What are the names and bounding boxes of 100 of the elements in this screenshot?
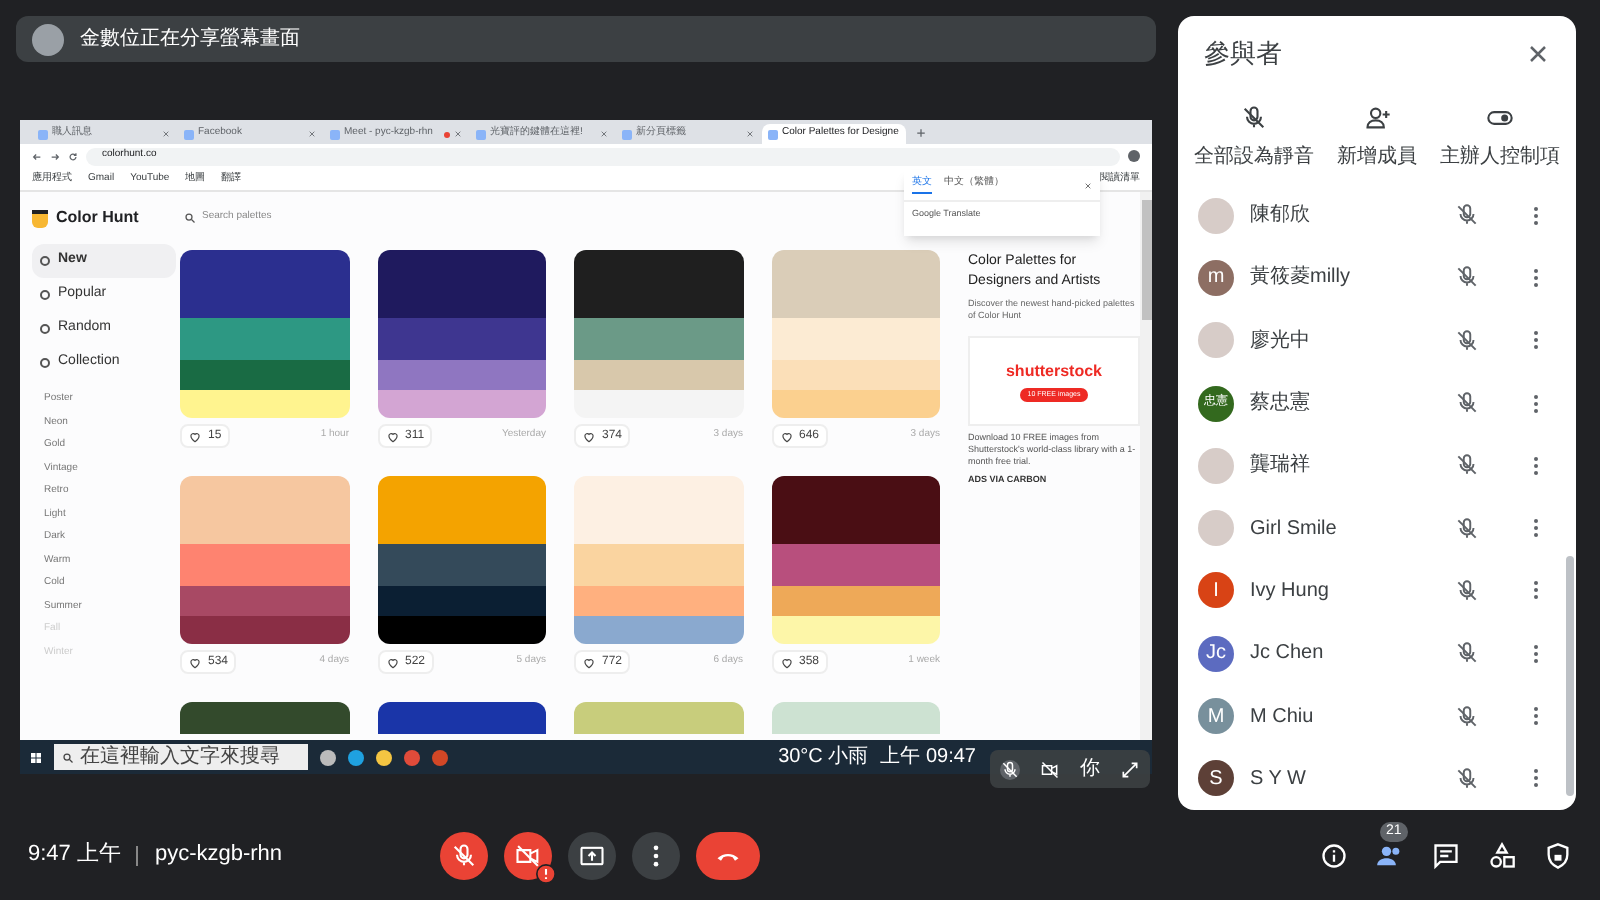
tab-favicon-icon xyxy=(622,129,632,139)
camera-off-icon[interactable] xyxy=(504,831,553,879)
windows-start-icon[interactable] xyxy=(30,751,42,763)
avatar: I xyxy=(1198,572,1234,609)
search-icon xyxy=(62,751,74,763)
mic-off-icon xyxy=(1454,452,1480,479)
nav-icon xyxy=(40,290,50,300)
scrollbar-thumb[interactable] xyxy=(1566,556,1574,796)
new-tab-icon[interactable] xyxy=(916,128,926,138)
heart-icon xyxy=(188,655,202,669)
avatar-placeholder xyxy=(32,23,64,55)
mic-off-icon xyxy=(1454,703,1480,730)
tab-favicon-icon xyxy=(768,129,778,139)
self-label: 你 xyxy=(1080,756,1100,784)
site-logo: Color Hunt xyxy=(56,206,139,230)
participant-name: Ivy Hung xyxy=(1250,577,1331,606)
participant-name: 蔡忠憲 xyxy=(1250,389,1312,419)
hang-up-icon[interactable] xyxy=(696,831,761,879)
close-icon[interactable] xyxy=(162,130,170,138)
avatar-placeholder xyxy=(1198,322,1234,359)
color-palette[interactable] xyxy=(771,476,940,644)
avatar: M xyxy=(1198,698,1234,735)
camera-off-icon xyxy=(1040,759,1060,779)
avatar: m xyxy=(1198,259,1234,296)
nav-icon xyxy=(40,256,50,266)
heart-icon xyxy=(385,429,399,443)
meeting-time: 9:47 上午 xyxy=(28,840,121,871)
close-icon[interactable] xyxy=(600,130,608,138)
heart-icon xyxy=(385,655,399,669)
profile-avatar-icon[interactable] xyxy=(1128,150,1140,162)
close-icon[interactable] xyxy=(308,130,316,138)
mic-off-icon xyxy=(1454,390,1480,417)
mic-off-icon xyxy=(1454,264,1480,291)
tab-favicon-icon xyxy=(330,129,340,139)
heart-icon xyxy=(188,429,202,443)
participant-name: 龔瑞祥 xyxy=(1250,451,1312,481)
participant-name: S Y W xyxy=(1250,765,1308,794)
heart-icon xyxy=(582,429,596,443)
avatar-placeholder xyxy=(1198,447,1234,484)
heart-icon xyxy=(582,655,596,669)
mic-off-icon xyxy=(1454,577,1480,604)
mic-off-icon xyxy=(1000,759,1020,779)
shield-lock-icon[interactable] xyxy=(1544,841,1572,869)
panel-action-button[interactable]: 主辦人控制項 xyxy=(1440,103,1560,172)
expand-icon[interactable] xyxy=(1120,759,1140,779)
taskbar-search-field[interactable]: 在這裡輸入文字來搜尋 xyxy=(54,744,308,770)
taskbar-clock: 上午 09:47 xyxy=(880,747,976,767)
color-palette[interactable] xyxy=(180,250,349,418)
color-palette[interactable] xyxy=(771,250,940,418)
scrollbar-thumb[interactable] xyxy=(1141,200,1151,320)
info-icon[interactable] xyxy=(1320,841,1348,869)
participant-name: 廖光中 xyxy=(1250,327,1312,356)
color-palette[interactable] xyxy=(574,476,743,644)
mic-off-icon xyxy=(1454,640,1480,667)
logo-icon xyxy=(32,209,48,227)
add-person-icon xyxy=(1363,103,1391,132)
close-icon[interactable] xyxy=(454,130,462,138)
close-icon[interactable] xyxy=(1084,181,1092,189)
participant-name: 陳郁欣 xyxy=(1250,201,1312,231)
avatar-placeholder xyxy=(1198,197,1234,234)
mic-off-icon xyxy=(1454,202,1480,229)
heart-icon xyxy=(779,655,793,669)
present-screen-icon[interactable] xyxy=(568,831,617,879)
participant-name: Jc Chen xyxy=(1250,640,1326,669)
color-palette[interactable] xyxy=(377,250,546,418)
color-palette[interactable] xyxy=(180,476,349,644)
mic-off-icon xyxy=(1240,103,1268,132)
panel-action-button[interactable]: 全部設為靜音 xyxy=(1194,103,1314,172)
color-palette[interactable] xyxy=(574,250,743,418)
heart-icon xyxy=(779,429,793,443)
search-icon xyxy=(184,211,196,223)
reload-icon[interactable] xyxy=(68,151,78,161)
avatar-placeholder xyxy=(1198,510,1234,547)
tab-favicon-icon xyxy=(184,129,194,139)
warning-icon xyxy=(536,863,557,883)
mic-off-icon[interactable] xyxy=(440,831,489,879)
close-icon[interactable] xyxy=(746,130,754,138)
nav-icon xyxy=(40,358,50,368)
mic-off-icon xyxy=(1454,515,1480,542)
weather-text: 30°C 小雨 xyxy=(778,747,869,767)
avatar: S xyxy=(1198,760,1234,797)
ad-logo: shutterstock xyxy=(1005,359,1102,384)
mic-off-icon xyxy=(1454,765,1480,792)
avatar: Jc xyxy=(1198,635,1234,672)
presenter-text: 金數位正在分享螢幕畫面 xyxy=(80,25,300,54)
forward-icon[interactable] xyxy=(50,151,60,161)
panel-action-button[interactable]: 新增成員 xyxy=(1337,103,1417,172)
tab-favicon-icon xyxy=(476,129,486,139)
shapes-icon[interactable] xyxy=(1488,841,1516,869)
people-icon[interactable] xyxy=(1376,841,1404,869)
participant-name: M Chiu xyxy=(1250,703,1316,732)
more-options-icon[interactable] xyxy=(632,831,681,879)
close-icon[interactable] xyxy=(1526,41,1550,66)
color-palette[interactable] xyxy=(377,476,546,644)
back-icon[interactable] xyxy=(32,151,42,161)
mic-off-icon xyxy=(1454,327,1480,354)
tab-favicon-icon xyxy=(38,129,48,139)
nav-icon xyxy=(40,324,50,334)
chat-icon[interactable] xyxy=(1432,841,1460,869)
participant-name: 黃筱菱milly xyxy=(1250,263,1352,293)
